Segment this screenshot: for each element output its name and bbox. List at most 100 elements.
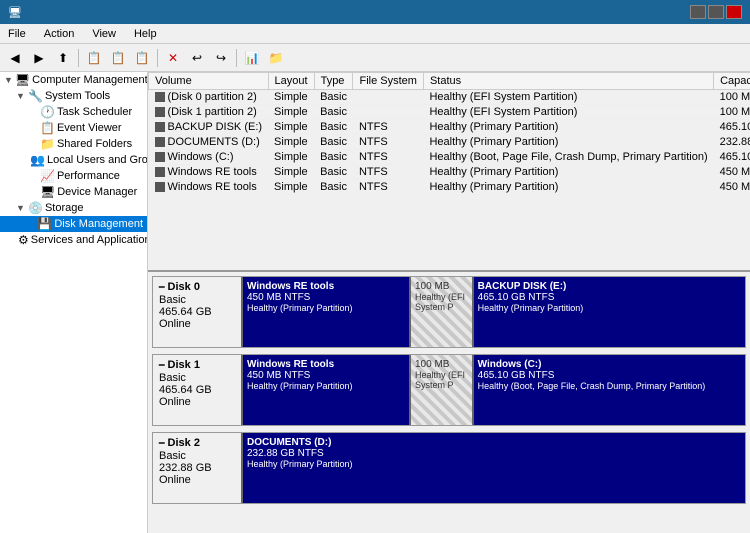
col-header-status[interactable]: Status — [423, 73, 713, 90]
sidebar-icon: 💿 — [28, 201, 43, 215]
table-cell: NTFS — [353, 165, 423, 180]
table-cell: Healthy (Primary Partition) — [423, 120, 713, 135]
disk-panel-disk2: ⎯ Disk 2 Basic 232.88 GB OnlineDOCUMENTS… — [152, 432, 746, 504]
disk-name: ⎯ Disk 1 — [159, 359, 235, 372]
table-cell: 232.88 GB — [714, 135, 750, 150]
toolbar-back[interactable]: ◀ — [4, 47, 26, 69]
sidebar-item-6[interactable]: 📈Performance — [0, 168, 147, 184]
sidebar-item-8[interactable]: ▼💿Storage — [0, 200, 147, 216]
table-cell: Basic — [314, 165, 353, 180]
toolbar-refresh2[interactable]: ↪ — [210, 47, 232, 69]
sidebar-item-5[interactable]: 👥Local Users and Groups — [0, 152, 147, 168]
col-header-type[interactable]: Type — [314, 73, 353, 90]
sidebar-icon: 🖥 — [15, 73, 30, 87]
disk-status: Online — [159, 318, 235, 330]
toolbar-forward[interactable]: ▶ — [28, 47, 50, 69]
partition-disk0-1[interactable]: 100 MBHealthy (EFI System P — [411, 277, 474, 347]
menu-item-action[interactable]: Action — [40, 28, 79, 40]
sidebar-item-7[interactable]: 🖥Device Manager — [0, 184, 147, 200]
partition-status: Healthy (Primary Partition) — [478, 303, 741, 313]
app-icon: 🖥 — [8, 6, 22, 19]
expand-icon[interactable]: ▼ — [16, 91, 26, 101]
table-cell: Simple — [268, 135, 314, 150]
maximize-button[interactable] — [708, 5, 724, 19]
sidebar-item-9[interactable]: 💾Disk Management — [0, 216, 147, 232]
table-row[interactable]: BACKUP DISK (E:)SimpleBasicNTFSHealthy (… — [149, 120, 750, 135]
menu-item-help[interactable]: Help — [130, 28, 161, 40]
toolbar-action[interactable]: 📋 — [107, 47, 129, 69]
partition-disk1-0[interactable]: Windows RE tools450 MB NTFSHealthy (Prim… — [243, 355, 411, 425]
menu-item-view[interactable]: View — [88, 28, 120, 40]
table-cell: 450 MB — [714, 165, 750, 180]
sidebar-icon: 🕐 — [40, 105, 55, 119]
sidebar-item-10[interactable]: ⚙Services and Applications — [0, 232, 147, 248]
table-cell: 100 MB — [714, 90, 750, 105]
partition-disk0-2[interactable]: BACKUP DISK (E:)465.10 GB NTFSHealthy (P… — [474, 277, 745, 347]
minimize-button[interactable] — [690, 5, 706, 19]
menu-item-file[interactable]: File — [4, 28, 30, 40]
partition-disk1-1[interactable]: 100 MBHealthy (EFI System P — [411, 355, 474, 425]
volume-table: VolumeLayoutTypeFile SystemStatusCapacit… — [148, 72, 750, 195]
sidebar-item-3[interactable]: 📋Event Viewer — [0, 120, 147, 136]
toolbar-properties[interactable]: 📋 — [131, 47, 153, 69]
sidebar-item-0[interactable]: ▼🖥Computer Management (Loca — [0, 72, 147, 88]
partition-disk0-0[interactable]: Windows RE tools450 MB NTFSHealthy (Prim… — [243, 277, 411, 347]
sidebar-item-2[interactable]: 🕐Task Scheduler — [0, 104, 147, 120]
disk-size: 465.64 GB — [159, 384, 235, 396]
table-cell: Basic — [314, 135, 353, 150]
separator1 — [78, 49, 79, 67]
sidebar-item-1[interactable]: ▼🔧System Tools — [0, 88, 147, 104]
col-header-file-system[interactable]: File System — [353, 73, 423, 90]
toolbar-show-hide[interactable]: 📋 — [83, 47, 105, 69]
table-row[interactable]: (Disk 1 partition 2)SimpleBasicHealthy (… — [149, 105, 750, 120]
partition-status: Healthy (Boot, Page File, Crash Dump, Pr… — [478, 381, 741, 391]
table-cell: Basic — [314, 180, 353, 195]
table-row[interactable]: Windows RE toolsSimpleBasicNTFSHealthy (… — [149, 180, 750, 195]
separator3 — [236, 49, 237, 67]
col-header-volume[interactable]: Volume — [149, 73, 269, 90]
partition-name: Windows (C:) — [478, 359, 741, 370]
sidebar-icon: ⚙ — [18, 233, 29, 247]
toolbar-chart[interactable]: 📊 — [241, 47, 263, 69]
expand-icon[interactable]: ▼ — [4, 75, 13, 85]
table-cell: 100 MB — [714, 105, 750, 120]
table-cell: Windows (C:) — [149, 150, 269, 165]
expand-icon[interactable]: ▼ — [16, 203, 26, 213]
table-cell: (Disk 1 partition 2) — [149, 105, 269, 120]
close-button[interactable] — [726, 5, 742, 19]
table-cell: Healthy (Primary Partition) — [423, 135, 713, 150]
volume-table-container[interactable]: VolumeLayoutTypeFile SystemStatusCapacit… — [148, 72, 750, 272]
table-row[interactable]: Windows RE toolsSimpleBasicNTFSHealthy (… — [149, 165, 750, 180]
volume-icon — [155, 167, 165, 177]
disk-status: Online — [159, 396, 235, 408]
disk-name: ⎯ Disk 0 — [159, 281, 235, 294]
toolbar-refresh1[interactable]: ↩ — [186, 47, 208, 69]
sidebar-item-4[interactable]: 📁Shared Folders — [0, 136, 147, 152]
disk-status: Online — [159, 474, 235, 486]
table-row[interactable]: (Disk 0 partition 2)SimpleBasicHealthy (… — [149, 90, 750, 105]
table-cell: Healthy (Primary Partition) — [423, 165, 713, 180]
table-cell — [353, 90, 423, 105]
sidebar: ▼🖥Computer Management (Loca▼🔧System Tool… — [0, 72, 148, 533]
disk-size: 465.64 GB — [159, 306, 235, 318]
partition-name: DOCUMENTS (D:) — [247, 437, 741, 448]
toolbar-up[interactable]: ⬆ — [52, 47, 74, 69]
sidebar-icon: 💾 — [37, 217, 52, 231]
table-row[interactable]: DOCUMENTS (D:)SimpleBasicNTFSHealthy (Pr… — [149, 135, 750, 150]
table-cell: BACKUP DISK (E:) — [149, 120, 269, 135]
disk-label-disk0: ⎯ Disk 0 Basic 465.64 GB Online — [153, 277, 243, 347]
sidebar-icon: 📁 — [40, 137, 55, 151]
disk-partitions-disk0: Windows RE tools450 MB NTFSHealthy (Prim… — [243, 277, 745, 347]
partition-disk1-2[interactable]: Windows (C:)465.10 GB NTFSHealthy (Boot,… — [474, 355, 745, 425]
partition-detail: 465.10 GB NTFS — [478, 292, 741, 303]
col-header-layout[interactable]: Layout — [268, 73, 314, 90]
table-row[interactable]: Windows (C:)SimpleBasicNTFSHealthy (Boot… — [149, 150, 750, 165]
disk-type: Basic — [159, 450, 235, 462]
toolbar-folder[interactable]: 📁 — [265, 47, 287, 69]
col-header-capacity[interactable]: Capacity — [714, 73, 750, 90]
volume-icon — [155, 122, 165, 132]
volume-icon — [155, 182, 165, 192]
disk-panel-disk1: ⎯ Disk 1 Basic 465.64 GB OnlineWindows R… — [152, 354, 746, 426]
toolbar-stop[interactable]: ✕ — [162, 47, 184, 69]
partition-disk2-0[interactable]: DOCUMENTS (D:)232.88 GB NTFSHealthy (Pri… — [243, 433, 745, 503]
